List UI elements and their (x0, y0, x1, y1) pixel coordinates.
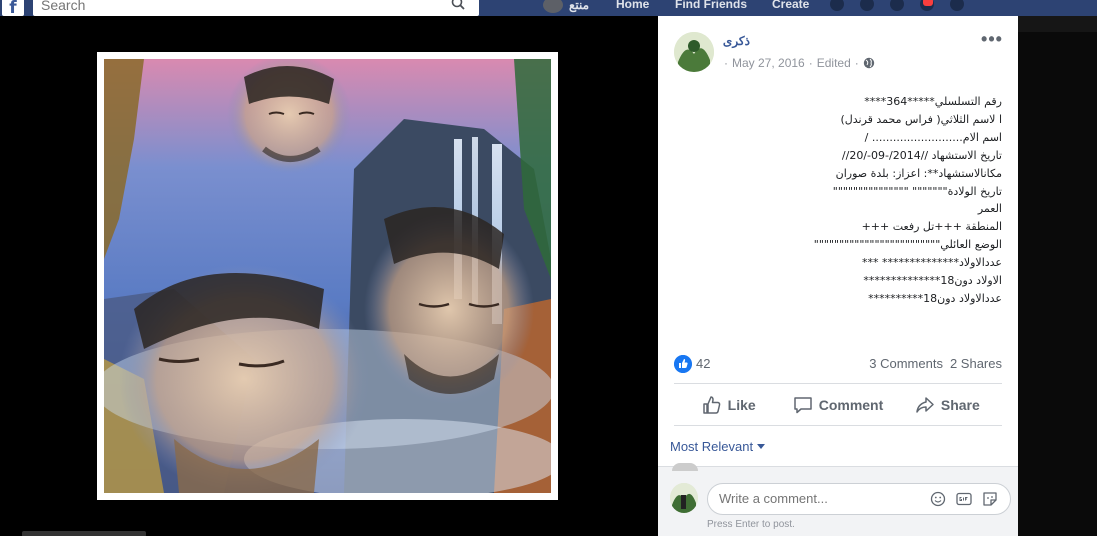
meta-separator: · (808, 56, 813, 70)
post-text-line: ا لاسم الثلاثي( فراس محمد قرندل) (840, 112, 1002, 126)
side-bar (1018, 16, 1097, 32)
post-text-line: عددالاولاد************** *** (861, 256, 1002, 270)
stats-right: 3 Comments 2 Shares (869, 356, 1002, 371)
post-stats: 42 3 Comments 2 Shares (674, 354, 1002, 374)
comment-sort-dropdown[interactable]: Most Relevant (670, 439, 766, 454)
more-options-icon[interactable]: ••• (980, 30, 1004, 50)
post-text-line: مكانالاستشهاد**: اعزاز: بلدة صوران (835, 166, 1002, 180)
edited-label[interactable]: Edited (817, 56, 851, 70)
post-text-line: الوضع العائلي""""""""""""""""""""""""" (813, 238, 1002, 252)
post-text-line: رقم التسلسلي*****364**** (864, 95, 1002, 108)
post-actions: Like Comment Share (674, 388, 1002, 422)
commenter-avatar[interactable] (670, 483, 698, 513)
gif-icon[interactable] (956, 491, 972, 507)
comment-label: Comment (818, 397, 884, 413)
notifications-icon[interactable] (890, 0, 904, 11)
nav-avatar (543, 0, 563, 13)
post-text-line: المنطقة +++تل رفعت +++ (861, 220, 1002, 234)
comment-input[interactable] (719, 491, 909, 506)
divider (674, 425, 1002, 426)
post-text-line: العمر (977, 202, 1002, 216)
like-reaction-icon[interactable] (674, 355, 692, 373)
comment-composer: Press Enter to post. (658, 463, 1018, 536)
nav-profile-name: منتع (569, 0, 590, 12)
post-text-line: الاولاد دون18************** (863, 274, 1002, 288)
comment-tools (930, 491, 998, 507)
previous-comment-avatar (672, 463, 698, 471)
author-avatar[interactable] (674, 32, 714, 72)
post-text-line: تاريخ الولادة""""""" """"""""""""""" (832, 184, 1002, 198)
nav-home-link[interactable]: Home (616, 0, 649, 13)
post-panel: ذكرى · May 27, 2016 · Edited · ••• رقم ا… (658, 16, 1018, 536)
meta-separator: · (854, 56, 859, 70)
search-input[interactable] (33, 0, 433, 16)
share-count[interactable]: 2 Shares (950, 356, 1002, 371)
chevron-down-icon (757, 444, 766, 449)
meta-separator: · (724, 56, 728, 70)
messenger-icon[interactable] (860, 0, 874, 11)
comment-box (707, 483, 1011, 515)
share-label: Share (940, 397, 980, 413)
bottom-scroll-indicator (22, 531, 146, 536)
post-text-line: اسم الام.......................... / (864, 130, 1002, 144)
memorial-collage-image (104, 59, 551, 493)
comment-button[interactable]: Comment (783, 388, 892, 422)
search-bar (33, 0, 479, 16)
press-enter-hint: Press Enter to post. (707, 519, 795, 530)
sort-label: Most Relevant (670, 439, 754, 454)
divider (674, 383, 1002, 384)
nav-icon-group (830, 0, 964, 11)
like-button[interactable]: Like (674, 388, 783, 422)
nav-profile-link[interactable]: منتع (543, 0, 589, 13)
share-icon (916, 397, 934, 413)
notification-badge (923, 0, 933, 6)
post-text-line: تاريخ الاستشهاد //2014/-09-/20// (841, 148, 1002, 162)
post-body-text: رقم التسلسلي*****364**** ا لاسم الثلاثي( … (682, 93, 1002, 308)
globe-icon[interactable] (863, 57, 875, 69)
post-text-line: عددالاولاد دون18********** (868, 291, 1002, 305)
post-meta: · May 27, 2016 · Edited · (724, 56, 875, 70)
friend-requests-icon[interactable] (830, 0, 844, 11)
like-count[interactable]: 42 (696, 356, 710, 371)
comment-count[interactable]: 3 Comments (869, 356, 943, 371)
facebook-logo-icon[interactable]: f (2, 0, 24, 16)
side-background (1018, 16, 1097, 536)
sticker-icon[interactable] (982, 491, 998, 507)
like-label: Like (727, 397, 756, 413)
share-button[interactable]: Share (893, 388, 1002, 422)
comment-icon (793, 397, 812, 414)
post-date[interactable]: May 27, 2016 (732, 56, 805, 70)
post-photo[interactable] (97, 52, 558, 500)
nav-create-link[interactable]: Create (772, 0, 809, 13)
thumbs-up-icon (702, 396, 720, 414)
top-nav-bar: f منتع Home Find Friends Create (0, 0, 1097, 16)
nav-find-friends-link[interactable]: Find Friends (675, 0, 747, 13)
account-menu-icon[interactable] (950, 0, 964, 11)
search-icon[interactable] (451, 0, 465, 10)
author-name[interactable]: ذكرى (723, 34, 750, 48)
emoji-icon[interactable] (930, 491, 946, 507)
